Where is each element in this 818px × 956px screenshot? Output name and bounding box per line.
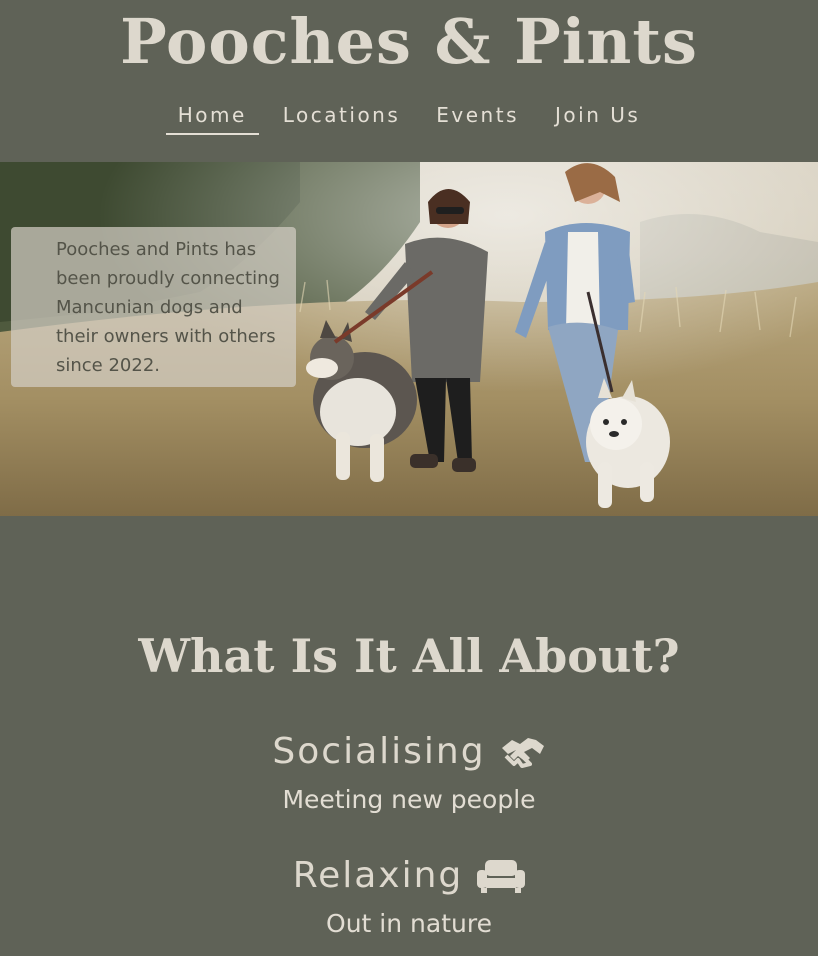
couch-icon <box>477 858 526 894</box>
nav-link-home[interactable]: Home <box>165 100 259 135</box>
feature-title: Socialising <box>272 731 486 772</box>
handshake-icon <box>500 734 546 770</box>
main-nav: Home Locations Events Join Us <box>0 100 818 135</box>
feature-socialising: Socialising Meeting new people <box>0 730 818 816</box>
hero-intro-text: Pooches and Pints has been proudly conne… <box>56 239 280 376</box>
hero-banner: Pooches and Pints has been proudly conne… <box>0 162 818 516</box>
about-section-title: What Is It All About? <box>138 629 680 683</box>
nav-link-locations[interactable]: Locations <box>271 100 413 135</box>
feature-subtitle: Out in nature <box>326 909 492 938</box>
nav-link-join-us[interactable]: Join Us <box>543 100 652 135</box>
feature-title: Relaxing <box>292 855 464 896</box>
hero-intro-card: Pooches and Pints has been proudly conne… <box>11 227 296 387</box>
feature-subtitle: Meeting new people <box>282 785 536 814</box>
site-title: Pooches & Pints <box>120 5 698 78</box>
nav-link-events[interactable]: Events <box>424 100 531 135</box>
feature-relaxing: Relaxing Out in nature <box>0 854 818 940</box>
